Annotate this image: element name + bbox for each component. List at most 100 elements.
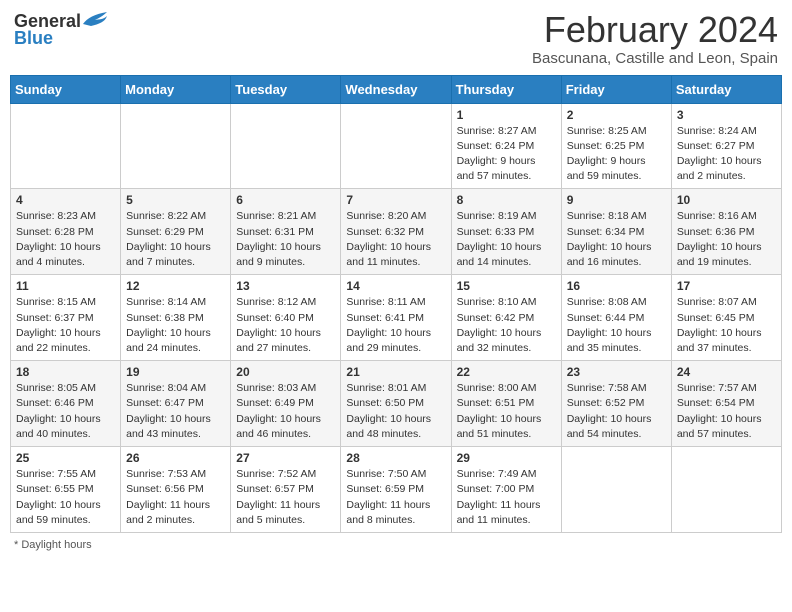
calendar-cell: 19 Sunrise: 8:04 AM Sunset: 6:47 PM Dayli… xyxy=(121,361,231,447)
day-info: Sunrise: 7:57 AM Sunset: 6:54 PM Dayligh… xyxy=(677,381,776,442)
location-subtitle: Bascunana, Castille and Leon, Spain xyxy=(532,50,778,67)
day-info: Sunrise: 8:10 AM Sunset: 6:42 PM Dayligh… xyxy=(457,295,556,356)
calendar-cell: 7 Sunrise: 8:20 AM Sunset: 6:32 PM Daylig… xyxy=(341,189,451,275)
day-info: Sunrise: 8:27 AM Sunset: 6:24 PM Dayligh… xyxy=(457,124,556,185)
calendar-cell: 3 Sunrise: 8:24 AM Sunset: 6:27 PM Daylig… xyxy=(671,103,781,189)
calendar-cell: 13 Sunrise: 8:12 AM Sunset: 6:40 PM Dayli… xyxy=(231,275,341,361)
day-info: Sunrise: 8:04 AM Sunset: 6:47 PM Dayligh… xyxy=(126,381,225,442)
calendar-cell: 23 Sunrise: 7:58 AM Sunset: 6:52 PM Dayli… xyxy=(561,361,671,447)
calendar-cell: 20Sunrise: 8:03 AM Sunset: 6:49 PM Dayli… xyxy=(231,361,341,447)
day-info: Sunrise: 7:50 AM Sunset: 6:59 PM Dayligh… xyxy=(346,467,445,528)
calendar-cell: 11Sunrise: 8:15 AM Sunset: 6:37 PM Dayli… xyxy=(11,275,121,361)
day-info: Sunrise: 8:07 AM Sunset: 6:45 PM Dayligh… xyxy=(677,295,776,356)
day-number: 6 xyxy=(236,193,335,207)
day-number: 27 xyxy=(236,451,335,465)
day-number: 5 xyxy=(126,193,225,207)
calendar-cell xyxy=(671,447,781,533)
logo-blue: Blue xyxy=(14,28,53,49)
day-info: Sunrise: 8:16 AM Sunset: 6:36 PM Dayligh… xyxy=(677,209,776,270)
day-number: 25 xyxy=(16,451,115,465)
calendar-header-saturday: Saturday xyxy=(671,75,781,103)
day-info: Sunrise: 7:49 AM Sunset: 7:00 PM Dayligh… xyxy=(457,467,556,528)
day-number: 12 xyxy=(126,279,225,293)
day-number: 1 xyxy=(457,108,556,122)
calendar-cell: 16Sunrise: 8:08 AM Sunset: 6:44 PM Dayli… xyxy=(561,275,671,361)
day-number: 28 xyxy=(346,451,445,465)
day-number: 14 xyxy=(346,279,445,293)
calendar-cell: 29 Sunrise: 7:49 AM Sunset: 7:00 PM Dayli… xyxy=(451,447,561,533)
calendar-cell: 14 Sunrise: 8:11 AM Sunset: 6:41 PM Dayli… xyxy=(341,275,451,361)
calendar-header-tuesday: Tuesday xyxy=(231,75,341,103)
day-number: 21 xyxy=(346,365,445,379)
calendar-cell: 4Sunrise: 8:23 AM Sunset: 6:28 PM Daylig… xyxy=(11,189,121,275)
calendar-header-friday: Friday xyxy=(561,75,671,103)
day-info: Sunrise: 8:19 AM Sunset: 6:33 PM Dayligh… xyxy=(457,209,556,270)
calendar-header-wednesday: Wednesday xyxy=(341,75,451,103)
day-number: 7 xyxy=(346,193,445,207)
day-info: Sunrise: 8:05 AM Sunset: 6:46 PM Dayligh… xyxy=(16,381,115,442)
day-number: 2 xyxy=(567,108,666,122)
day-number: 23 xyxy=(567,365,666,379)
calendar-cell xyxy=(231,103,341,189)
day-number: 15 xyxy=(457,279,556,293)
day-info: Sunrise: 8:22 AM Sunset: 6:29 PM Dayligh… xyxy=(126,209,225,270)
day-info: Sunrise: 8:00 AM Sunset: 6:51 PM Dayligh… xyxy=(457,381,556,442)
day-info: Sunrise: 7:55 AM Sunset: 6:55 PM Dayligh… xyxy=(16,467,115,528)
calendar-cell: 21 Sunrise: 8:01 AM Sunset: 6:50 PM Dayli… xyxy=(341,361,451,447)
calendar-cell: 9Sunrise: 8:18 AM Sunset: 6:34 PM Daylig… xyxy=(561,189,671,275)
day-number: 18 xyxy=(16,365,115,379)
day-info: Sunrise: 8:24 AM Sunset: 6:27 PM Dayligh… xyxy=(677,124,776,185)
day-number: 19 xyxy=(126,365,225,379)
calendar-cell xyxy=(11,103,121,189)
day-number: 10 xyxy=(677,193,776,207)
calendar-cell: 2 Sunrise: 8:25 AM Sunset: 6:25 PM Daylig… xyxy=(561,103,671,189)
calendar-cell: 27 Sunrise: 7:52 AM Sunset: 6:57 PM Dayli… xyxy=(231,447,341,533)
day-number: 29 xyxy=(457,451,556,465)
day-number: 26 xyxy=(126,451,225,465)
logo-bird-icon xyxy=(81,10,109,32)
calendar-cell: 22 Sunrise: 8:00 AM Sunset: 6:51 PM Dayli… xyxy=(451,361,561,447)
page-header: General Blue February 2024 Bascunana, Ca… xyxy=(10,10,782,67)
calendar-cell: 28 Sunrise: 7:50 AM Sunset: 6:59 PM Dayli… xyxy=(341,447,451,533)
day-info: Sunrise: 8:25 AM Sunset: 6:25 PM Dayligh… xyxy=(567,124,666,185)
day-number: 8 xyxy=(457,193,556,207)
calendar-week-4: 18 Sunrise: 8:05 AM Sunset: 6:46 PM Dayli… xyxy=(11,361,782,447)
day-info: Sunrise: 8:14 AM Sunset: 6:38 PM Dayligh… xyxy=(126,295,225,356)
day-info: Sunrise: 8:15 AM Sunset: 6:37 PM Dayligh… xyxy=(16,295,115,356)
daylight-label: Daylight hours xyxy=(21,539,91,551)
day-info: Sunrise: 8:18 AM Sunset: 6:34 PM Dayligh… xyxy=(567,209,666,270)
calendar-cell: 26 Sunrise: 7:53 AM Sunset: 6:56 PM Dayli… xyxy=(121,447,231,533)
day-info: Sunrise: 8:12 AM Sunset: 6:40 PM Dayligh… xyxy=(236,295,335,356)
day-number: 17 xyxy=(677,279,776,293)
calendar-cell: 24Sunrise: 7:57 AM Sunset: 6:54 PM Dayli… xyxy=(671,361,781,447)
day-number: 4 xyxy=(16,193,115,207)
title-block: February 2024 Bascunana, Castille and Le… xyxy=(532,10,778,67)
day-number: 13 xyxy=(236,279,335,293)
calendar-table: SundayMondayTuesdayWednesdayThursdayFrid… xyxy=(10,75,782,533)
calendar-cell: 6 Sunrise: 8:21 AM Sunset: 6:31 PM Daylig… xyxy=(231,189,341,275)
day-info: Sunrise: 7:53 AM Sunset: 6:56 PM Dayligh… xyxy=(126,467,225,528)
calendar-week-2: 4Sunrise: 8:23 AM Sunset: 6:28 PM Daylig… xyxy=(11,189,782,275)
calendar-cell: 25 Sunrise: 7:55 AM Sunset: 6:55 PM Dayli… xyxy=(11,447,121,533)
calendar-header-row: SundayMondayTuesdayWednesdayThursdayFrid… xyxy=(11,75,782,103)
day-number: 3 xyxy=(677,108,776,122)
day-number: 16 xyxy=(567,279,666,293)
calendar-cell xyxy=(341,103,451,189)
calendar-header-thursday: Thursday xyxy=(451,75,561,103)
day-info: Sunrise: 8:11 AM Sunset: 6:41 PM Dayligh… xyxy=(346,295,445,356)
calendar-week-3: 11Sunrise: 8:15 AM Sunset: 6:37 PM Dayli… xyxy=(11,275,782,361)
month-title: February 2024 xyxy=(532,10,778,50)
calendar-cell: 18 Sunrise: 8:05 AM Sunset: 6:46 PM Dayli… xyxy=(11,361,121,447)
day-number: 22 xyxy=(457,365,556,379)
day-info: Sunrise: 7:52 AM Sunset: 6:57 PM Dayligh… xyxy=(236,467,335,528)
calendar-header-sunday: Sunday xyxy=(11,75,121,103)
day-info: Sunrise: 7:58 AM Sunset: 6:52 PM Dayligh… xyxy=(567,381,666,442)
calendar-header-monday: Monday xyxy=(121,75,231,103)
calendar-cell xyxy=(561,447,671,533)
calendar-cell: 10 Sunrise: 8:16 AM Sunset: 6:36 PM Dayli… xyxy=(671,189,781,275)
calendar-cell: 15 Sunrise: 8:10 AM Sunset: 6:42 PM Dayli… xyxy=(451,275,561,361)
day-info: Sunrise: 8:20 AM Sunset: 6:32 PM Dayligh… xyxy=(346,209,445,270)
day-info: Sunrise: 8:01 AM Sunset: 6:50 PM Dayligh… xyxy=(346,381,445,442)
calendar-cell: 17 Sunrise: 8:07 AM Sunset: 6:45 PM Dayli… xyxy=(671,275,781,361)
day-info: Sunrise: 8:21 AM Sunset: 6:31 PM Dayligh… xyxy=(236,209,335,270)
